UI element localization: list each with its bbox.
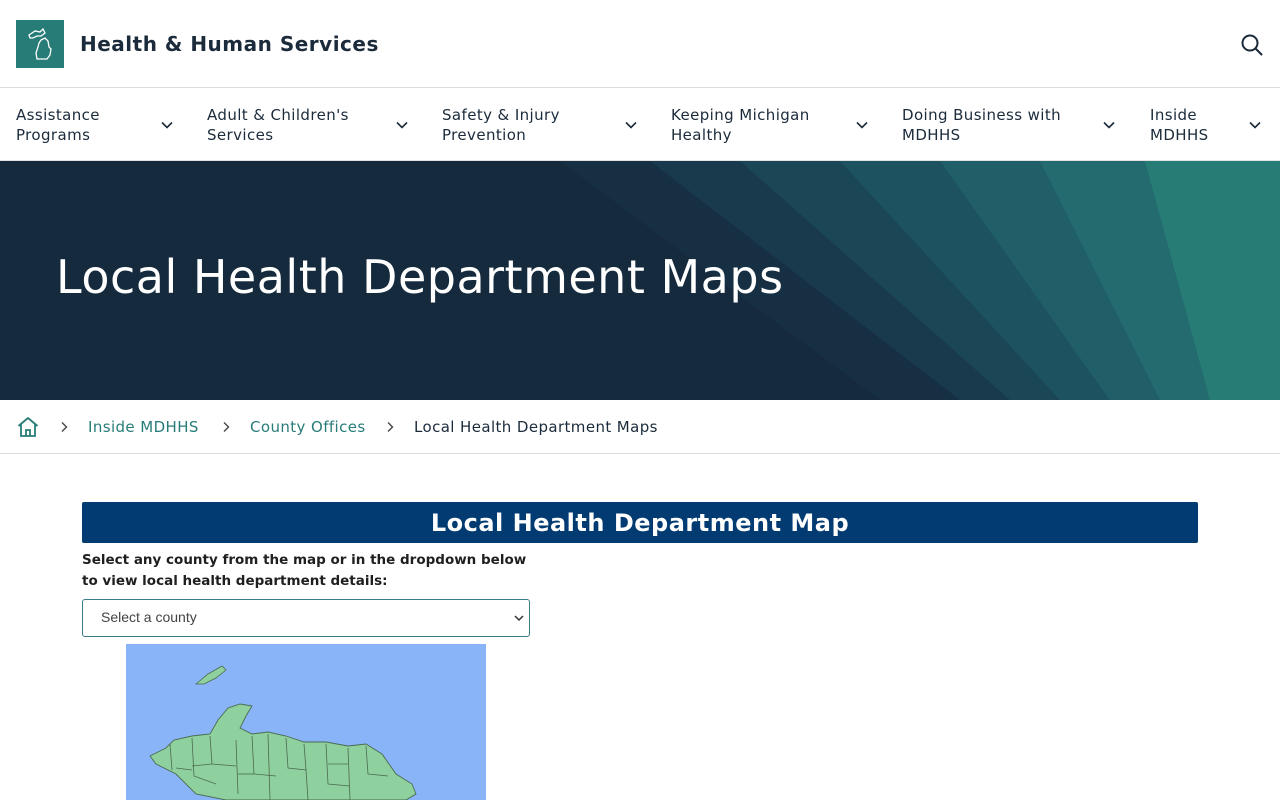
upper-peninsula[interactable] [149,703,417,800]
chevron-down-icon [1103,121,1115,129]
breadcrumb-link-county-offices[interactable]: County Offices [250,417,366,437]
map-section-title: Local Health Department Map [430,508,850,537]
nav-item-doing-business-with-mdhhs[interactable]: Doing Business with MDHHS [902,88,1127,161]
michigan-state-icon [28,27,52,60]
chevron-down-icon [1249,121,1261,129]
search-icon[interactable] [1240,33,1264,57]
nav-label: Safety & Injury Prevention [442,105,560,144]
nav-label: Doing Business with MDHHS [902,105,1062,144]
main-navigation: Assistance Programs Adult & Children's S… [0,88,1280,161]
map-section-header: Local Health Department Map [82,502,1198,543]
county-map[interactable] [126,644,486,800]
chevron-right-icon [223,422,230,432]
chevron-down-icon [514,615,524,622]
nav-label: Adult & Children's Services [207,105,349,144]
county-keweenaw-isle-royale[interactable] [194,665,227,685]
page-title: Local Health Department Maps [56,250,784,304]
site-header: Health & Human Services [0,0,1280,88]
breadcrumb-current: Local Health Department Maps [414,418,658,436]
nav-item-keeping-michigan-healthy[interactable]: Keeping Michigan Healthy [671,88,876,161]
nav-item-inside-mdhhs[interactable]: Inside MDHHS [1150,88,1270,161]
chevron-down-icon [625,121,637,129]
chevron-down-icon [161,121,173,129]
nav-item-safety-injury-prevention[interactable]: Safety & Injury Prevention [442,88,642,161]
county-select[interactable]: Select a county [82,599,530,637]
nav-item-adult-childrens-services[interactable]: Adult & Children's Services [207,88,417,161]
breadcrumb: Inside MDHHS County Offices Local Health… [0,400,1280,454]
breadcrumb-link-inside-mdhhs[interactable]: Inside MDHHS [88,417,199,437]
site-title[interactable]: Health & Human Services [80,32,379,56]
chevron-down-icon [396,121,408,129]
chevron-right-icon [387,422,394,432]
chevron-right-icon [61,422,68,432]
nav-label: Keeping Michigan Healthy [671,105,810,144]
hero-banner: Local Health Department Maps [0,161,1280,400]
michigan-logo[interactable] [16,20,64,68]
nav-item-assistance-programs[interactable]: Assistance Programs [16,88,186,161]
nav-label: Assistance Programs [16,105,100,144]
home-icon[interactable] [16,415,40,439]
county-select-value: Select a county [101,609,197,625]
chevron-down-icon [856,121,868,129]
michigan-county-map [149,665,417,800]
map-instructions: Select any county from the map or in the… [82,552,527,589]
nav-label: Inside MDHHS [1150,105,1209,144]
